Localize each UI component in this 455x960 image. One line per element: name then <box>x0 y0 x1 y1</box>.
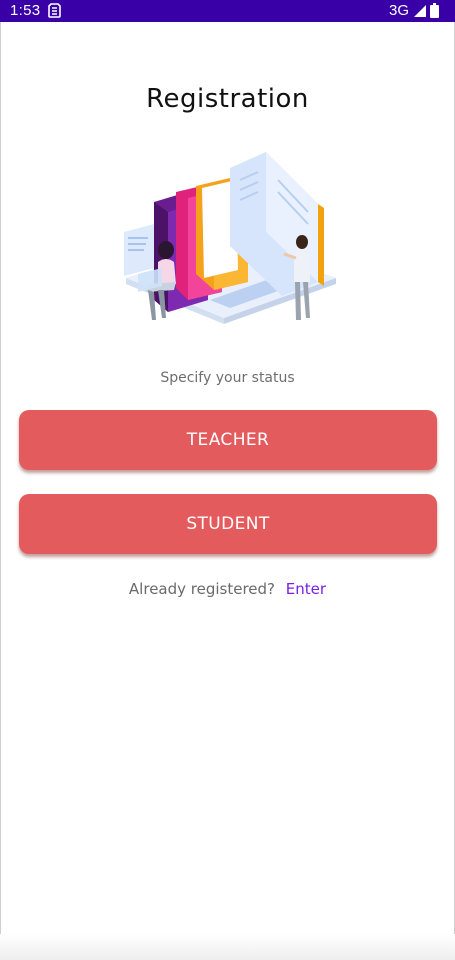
status-prompt: Specify your status <box>160 370 295 386</box>
status-time: 1:53 <box>10 2 41 19</box>
enter-link[interactable]: Enter <box>286 580 326 598</box>
already-registered-text: Already registered? <box>128 580 276 598</box>
left-border <box>0 22 1 960</box>
status-indicators: 3G <box>389 2 427 19</box>
sim-card-icon <box>48 3 61 18</box>
teacher-button-label: TEACHER <box>186 430 270 450</box>
status-bar: 1:53 3G <box>0 0 455 22</box>
student-button-label: STUDENT <box>186 514 270 534</box>
page-title: Registration <box>146 84 309 114</box>
teacher-button[interactable]: TEACHER <box>19 410 437 470</box>
bottom-shade <box>0 934 455 960</box>
login-prompt: Already registered? Enter <box>0 580 455 598</box>
network-type: 3G <box>388 2 409 19</box>
battery-icon <box>430 3 439 18</box>
books-and-readers-illustration <box>124 152 336 324</box>
student-button[interactable]: STUDENT <box>19 494 437 554</box>
signal-icon <box>414 4 426 17</box>
